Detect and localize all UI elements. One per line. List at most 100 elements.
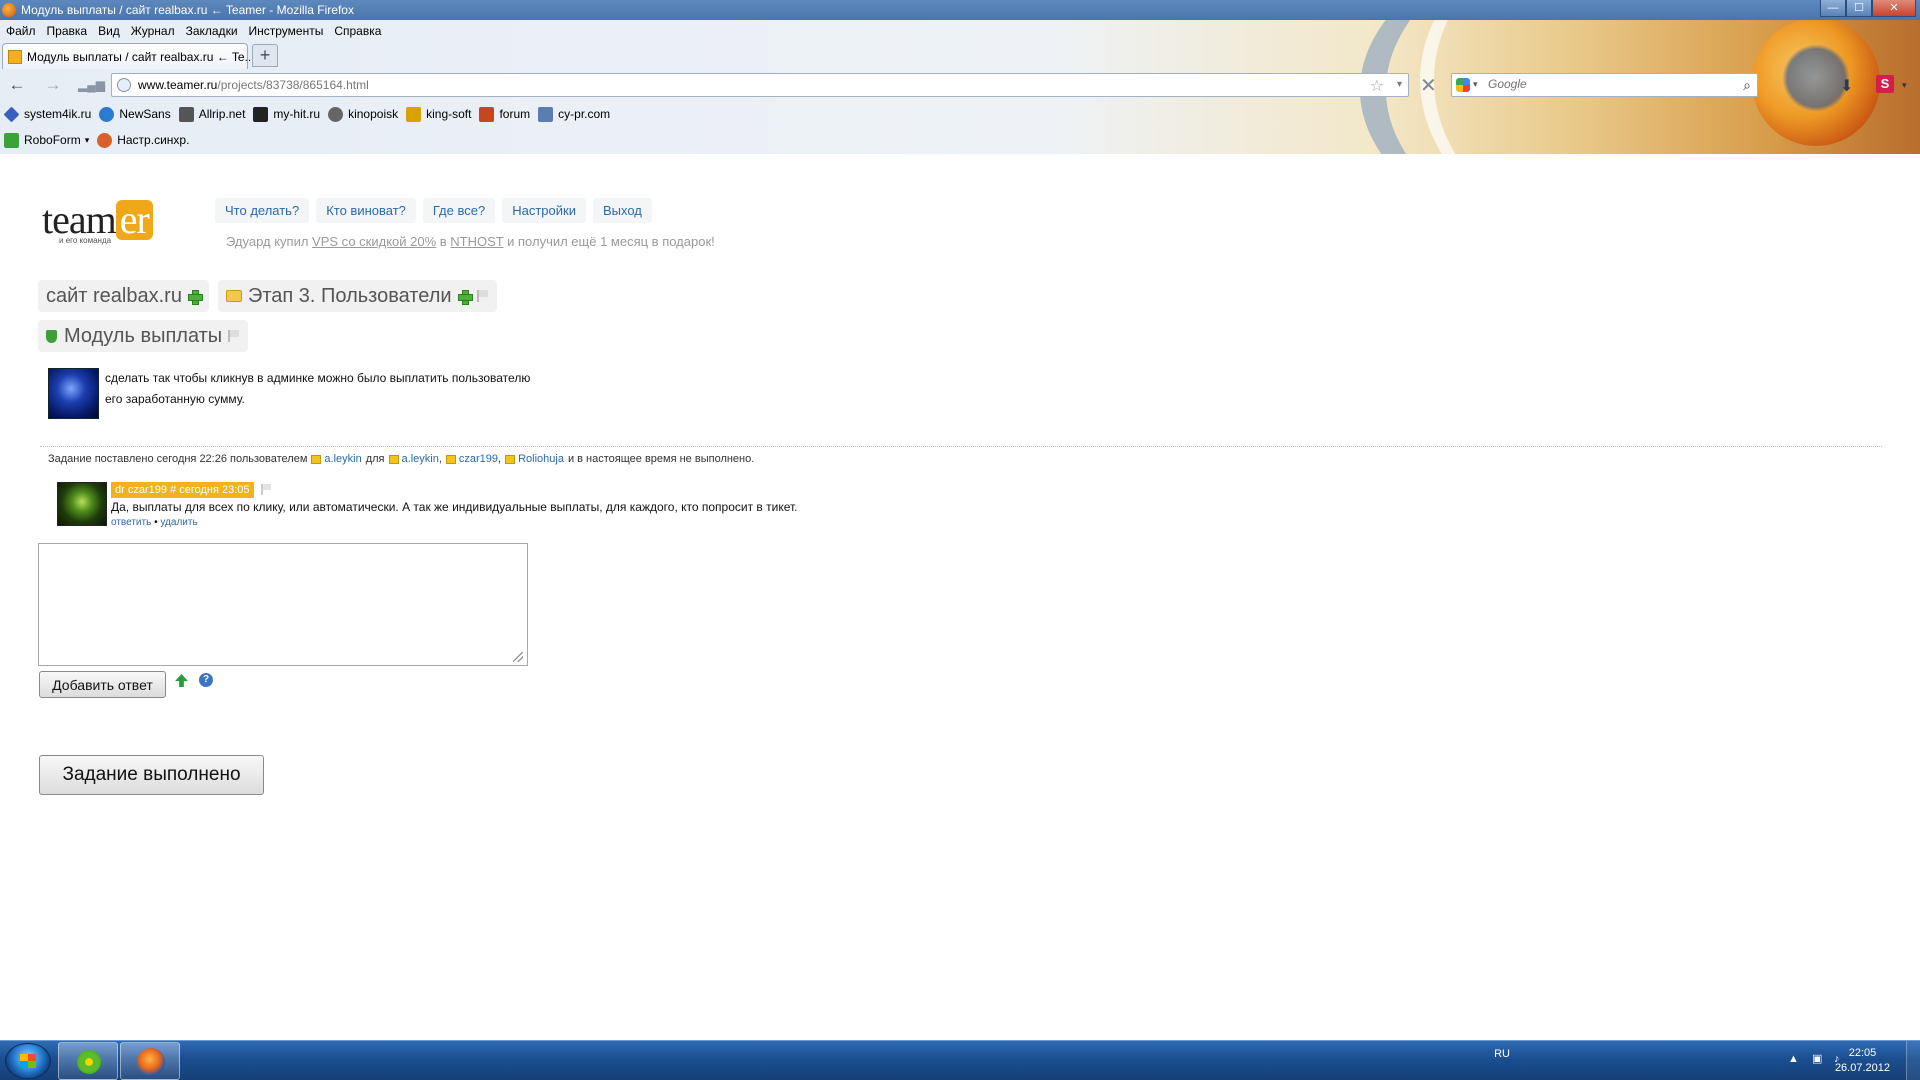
bookmark-label: forum — [499, 107, 531, 121]
search-engine-dropdown-icon[interactable]: ▾ — [1473, 79, 1478, 90]
menu-bookmarks[interactable]: Закладки — [186, 21, 238, 41]
nav-where-all[interactable]: Где все? — [422, 198, 496, 223]
navigation-bar: ← → ▂▄▆ www.teamer.ru/projects/83738/865… — [0, 69, 1920, 101]
url-text[interactable]: www.teamer.ru/projects/83738/865164.html — [138, 78, 369, 92]
close-window-button[interactable]: ✕ — [1872, 0, 1916, 17]
meta-for: для — [365, 453, 385, 465]
bookmark-kinopoisk[interactable]: kinopoisk — [328, 104, 398, 124]
flag-icon[interactable] — [476, 290, 489, 302]
download-icon[interactable]: ⬇ — [1840, 76, 1853, 96]
show-desktop-button[interactable] — [1906, 1041, 1920, 1080]
bookmark-label: king-soft — [426, 107, 472, 121]
breadcrumb-stage[interactable]: Этап 3. Пользователи — [217, 280, 497, 312]
bookmark-allrip[interactable]: Allrip.net — [178, 104, 245, 124]
bookmark-kingsoft[interactable]: king-soft — [406, 104, 471, 124]
search-bar[interactable]: ▾ ⌕ — [1451, 73, 1758, 97]
bookmark-forum[interactable]: forum — [479, 104, 530, 124]
commenter-avatar[interactable] — [57, 482, 107, 526]
task-meta: Задание поставлено сегодня 22:26 пользов… — [48, 453, 755, 465]
flag-icon[interactable] — [228, 330, 240, 342]
tray-arrow-icon[interactable]: ▲ — [1788, 1053, 1800, 1065]
nav-who-guilty[interactable]: Кто виноват? — [316, 198, 416, 223]
addon-dropdown-icon[interactable]: ▾ — [1902, 80, 1907, 91]
search-icon[interactable]: ⌕ — [1743, 77, 1751, 94]
promo-vps-link[interactable]: VPS со скидкой 20% — [312, 234, 436, 249]
language-indicator[interactable]: RU — [1494, 1048, 1510, 1060]
menu-help[interactable]: Справка — [334, 21, 381, 41]
new-tab-button[interactable]: + — [252, 44, 278, 67]
bookmark-cypr[interactable]: cy-pr.com — [538, 104, 610, 124]
network-icon[interactable]: ▣ — [1812, 1053, 1824, 1065]
google-icon[interactable] — [1456, 78, 1470, 92]
site-nav: Что делать? Кто виноват? Где все? Настро… — [215, 198, 659, 223]
author-link[interactable]: a.leykin — [324, 453, 361, 465]
menu-tools[interactable]: Инструменты — [249, 21, 324, 41]
clock-time: 22:05 — [1848, 1047, 1877, 1059]
resize-grip-icon[interactable] — [513, 652, 523, 662]
author-avatar[interactable] — [48, 368, 99, 419]
nav-logout[interactable]: Выход — [592, 198, 652, 223]
trees-icon — [178, 106, 194, 122]
add-icon[interactable] — [457, 289, 473, 305]
taskbar-firefox[interactable] — [120, 1042, 180, 1080]
menu-edit[interactable]: Правка — [47, 21, 88, 41]
bookmark-system4ik[interactable]: system4ik.ru — [3, 104, 91, 124]
taskbar-icq[interactable] — [58, 1042, 118, 1080]
url-dropdown-icon[interactable]: ▾ — [1397, 79, 1402, 90]
delete-link[interactable]: удалить — [160, 517, 197, 528]
maximize-button[interactable]: ☐ — [1846, 0, 1872, 17]
menu-view[interactable]: Вид — [98, 21, 120, 41]
bookmark-star-icon[interactable]: ☆ — [1370, 76, 1384, 96]
promo-text-after: и получил ещё 1 месяц в подарок! — [503, 234, 715, 249]
back-arrow-icon[interactable]: ← — [6, 75, 28, 95]
window-controls: — ☐ ✕ — [1820, 0, 1916, 17]
help-icon[interactable]: ? — [199, 673, 213, 687]
url-host: www.teamer.ru — [138, 78, 218, 92]
tab-active[interactable]: Модуль выплаты / сайт realbax.ru ← Te... — [2, 43, 255, 69]
stop-icon[interactable]: ✕ — [1420, 73, 1437, 98]
nav-todo[interactable]: Что делать? — [215, 198, 310, 223]
reply-textarea[interactable] — [39, 544, 527, 665]
task-done-button[interactable]: Задание выполнено — [39, 755, 264, 795]
s-addon-icon[interactable]: S — [1876, 75, 1894, 93]
bookmark-myhit[interactable]: my-hit.ru — [253, 104, 320, 124]
search-input[interactable] — [1488, 77, 1728, 91]
add-icon[interactable] — [187, 289, 203, 305]
site-identity-icon[interactable] — [117, 78, 131, 92]
title-bar: Модуль выплаты / сайт realbax.ru ← Teame… — [0, 0, 1920, 20]
commenter-link[interactable]: czar199 — [128, 484, 167, 496]
assignee-link[interactable]: Roliohuja — [518, 453, 564, 465]
minimize-button[interactable]: — — [1820, 0, 1846, 17]
add-reply-button[interactable]: Добавить ответ — [39, 671, 166, 698]
start-button[interactable] — [5, 1043, 51, 1079]
user-icon — [505, 454, 516, 464]
reply-link[interactable]: ответить — [111, 517, 151, 528]
roboform-button[interactable]: RoboForm ▾ — [4, 130, 89, 150]
breadcrumb-project[interactable]: сайт realbax.ru — [38, 280, 209, 312]
roboform-icon — [4, 132, 19, 148]
address-bar[interactable]: www.teamer.ru/projects/83738/865164.html… — [111, 73, 1409, 97]
menu-history[interactable]: Журнал — [131, 21, 175, 41]
upload-icon[interactable] — [175, 674, 188, 687]
sync-settings-button[interactable]: Настр.синхр. — [97, 130, 189, 150]
promo-nthost-link[interactable]: NTHOST — [450, 234, 503, 249]
user-icon — [311, 454, 322, 464]
description-line: его заработанную сумму. — [105, 392, 245, 406]
assignee-link[interactable]: czar199 — [459, 453, 498, 465]
stage-name[interactable]: Этап 3. Пользователи — [248, 285, 452, 308]
teamer-logo[interactable]: team er и его команда — [42, 196, 153, 245]
page-content: team er и его команда Что делать? Кто вин… — [0, 154, 1920, 1040]
roboform-dropdown-icon[interactable]: ▾ — [85, 135, 90, 146]
bookmark-label: NewSans — [119, 107, 171, 121]
signal-bars-icon[interactable]: ▂▄▆ — [78, 75, 105, 95]
menu-file[interactable]: Файл — [6, 21, 36, 41]
clock[interactable]: 22:05 26.07.2012 — [1835, 1046, 1890, 1076]
comment-permalink[interactable]: # — [170, 484, 176, 496]
nav-settings[interactable]: Настройки — [502, 198, 586, 223]
forward-arrow-icon[interactable]: → — [42, 75, 64, 95]
c-icon — [99, 106, 115, 122]
project-name[interactable]: сайт realbax.ru — [46, 285, 182, 308]
flag-icon[interactable] — [260, 484, 272, 496]
bookmark-newsans[interactable]: NewSans — [99, 104, 171, 124]
assignee-link[interactable]: a.leykin — [402, 453, 439, 465]
